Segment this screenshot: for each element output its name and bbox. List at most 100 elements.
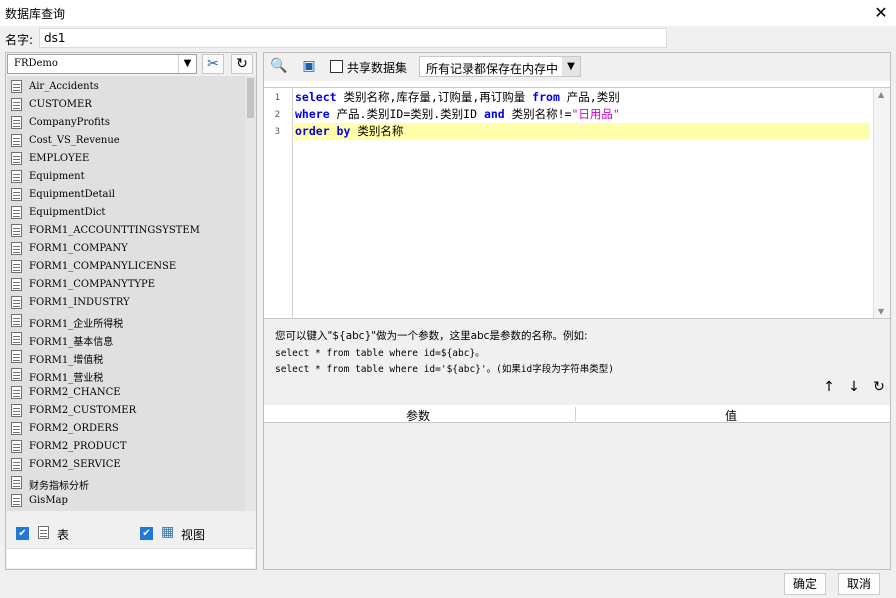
table-name: GisMap bbox=[29, 495, 68, 506]
editor-scrollbar[interactable]: ▲ ▼ bbox=[873, 88, 890, 318]
scroll-up-icon[interactable]: ▲ bbox=[878, 90, 884, 99]
preview-icon[interactable]: 🔍 bbox=[268, 57, 290, 77]
parameter-table-header: 参数 值 bbox=[264, 405, 890, 423]
table-list-item[interactable]: FORM1_增值税 bbox=[7, 348, 245, 366]
table-list-item[interactable]: 财务指标分析 bbox=[7, 474, 245, 492]
table-icon bbox=[11, 332, 22, 345]
memory-mode-select[interactable]: 所有记录都保存在内存中 ▼ bbox=[419, 56, 581, 77]
scroll-thumb[interactable] bbox=[247, 78, 254, 118]
table-list-item[interactable]: FORM2_PRODUCT bbox=[7, 438, 245, 456]
table-name: 财务指标分析 bbox=[29, 481, 89, 492]
table-name: CompanyProfits bbox=[29, 117, 110, 128]
table-list-item[interactable]: EquipmentDict bbox=[7, 204, 245, 222]
param-column-header[interactable]: 参数 bbox=[406, 407, 430, 424]
scroll-down-icon[interactable]: ▼ bbox=[878, 307, 884, 316]
arrow-down-icon[interactable]: ↓ bbox=[846, 379, 862, 395]
table-icon bbox=[11, 278, 22, 291]
share-dataset-checkbox[interactable] bbox=[330, 60, 343, 73]
refresh-params-icon[interactable]: ↻ bbox=[871, 379, 887, 395]
save-icon[interactable]: ▣ bbox=[298, 57, 320, 77]
table-list-item[interactable]: Cost_VS_Revenue bbox=[7, 132, 245, 150]
value-column-header[interactable]: 值 bbox=[725, 407, 737, 424]
cancel-button[interactable]: 取消 bbox=[838, 573, 880, 595]
table-list: Air_Accidents CUSTOMER CompanyProfits Cost_… bbox=[7, 76, 245, 511]
table-list-item[interactable]: CompanyProfits bbox=[7, 114, 245, 132]
table-icon bbox=[11, 188, 22, 201]
database-select[interactable]: FRDemo ▼ bbox=[7, 54, 197, 74]
table-filter-input[interactable] bbox=[7, 548, 255, 568]
refresh-icon[interactable]: ↻ bbox=[231, 54, 253, 74]
table-list-item[interactable]: FORM2_SERVICE bbox=[7, 456, 245, 474]
table-icon bbox=[11, 404, 22, 417]
table-list-item[interactable]: EquipmentDetail bbox=[7, 186, 245, 204]
line-number: 1 bbox=[274, 93, 280, 103]
table-list-item[interactable]: FORM1_INDUSTRY bbox=[7, 294, 245, 312]
chevron-down-icon[interactable]: ▼ bbox=[178, 55, 196, 73]
table-list-item[interactable]: FORM2_CUSTOMER bbox=[7, 402, 245, 420]
show-views-checkbox[interactable]: ✔ bbox=[140, 527, 153, 540]
table-list-item[interactable]: GisMap bbox=[7, 492, 245, 510]
parameter-hint: 您可以键入"${abc}"做为一个参数，这里abc是参数的名称。例如: sele… bbox=[264, 319, 890, 405]
table-list-item[interactable]: Equipment bbox=[7, 168, 245, 186]
table-icon bbox=[11, 260, 22, 273]
table-name: FORM1_企业所得税 bbox=[29, 319, 124, 330]
table-name: FORM1_COMPANY bbox=[29, 243, 128, 254]
table-name: FORM2_ORDERS bbox=[29, 423, 119, 434]
table-name: FORM1_COMPANYLICENSE bbox=[29, 261, 177, 272]
code-line[interactable]: where 产品.类别ID=类别.类别ID and 类别名称!="日用品" bbox=[294, 106, 870, 123]
line-number: 2 bbox=[274, 110, 280, 120]
table-icon bbox=[11, 350, 22, 363]
parameter-table: 参数 值 bbox=[264, 405, 890, 569]
table-name: EMPLOYEE bbox=[29, 153, 90, 164]
table-list-item[interactable]: FORM1_企业所得税 bbox=[7, 312, 245, 330]
ok-button[interactable]: 确定 bbox=[784, 573, 826, 595]
table-icon bbox=[11, 440, 22, 453]
sql-editor[interactable]: 123 select 类别名称,库存量,订购量,再订购量 from 产品,类别 w… bbox=[264, 87, 890, 319]
table-list-item[interactable]: FORM1_ACCOUNTTINGSYSTEM bbox=[7, 222, 245, 240]
chevron-down-icon[interactable]: ▼ bbox=[562, 57, 580, 76]
table-list-item[interactable]: FORM2_ORDERS bbox=[7, 420, 245, 438]
window-title: 数据库查询 bbox=[5, 7, 66, 21]
sql-keyword: from bbox=[532, 90, 560, 104]
memory-mode-value: 所有记录都保存在内存中 bbox=[426, 62, 559, 76]
table-icon bbox=[11, 116, 22, 129]
table-icon bbox=[11, 98, 22, 111]
sql-text: 类别名称,库存量,订购量,再订购量 bbox=[336, 90, 533, 104]
column-divider bbox=[575, 407, 576, 421]
table-list-item[interactable]: Air_Accidents bbox=[7, 78, 245, 96]
sql-string: "日用品" bbox=[571, 107, 620, 121]
table-name: FORM1_基本信息 bbox=[29, 337, 114, 348]
table-list-item[interactable]: FORM2_CHANCE bbox=[7, 384, 245, 402]
arrow-up-icon[interactable]: ↑ bbox=[821, 379, 837, 395]
table-list-item[interactable]: FORM1_营业税 bbox=[7, 366, 245, 384]
close-icon[interactable]: ✕ bbox=[870, 2, 892, 24]
table-name: FORM1_COMPANYTYPE bbox=[29, 279, 156, 290]
connection-tools-icon[interactable]: ✂ bbox=[202, 54, 224, 74]
hint-line-2: select * from table where id=${abc}。 bbox=[275, 348, 485, 359]
share-dataset-label: 共享数据集 bbox=[347, 61, 408, 75]
table-list-item[interactable]: FORM1_基本信息 bbox=[7, 330, 245, 348]
title-bar: 数据库查询 ✕ bbox=[0, 0, 896, 26]
query-pane: 🔍 ▣ 共享数据集 所有记录都保存在内存中 ▼ 1 2 3 select 类别名称,… bbox=[263, 52, 891, 570]
table-name: FORM1_INDUSTRY bbox=[29, 297, 130, 308]
code-line[interactable]: order by 类别名称 bbox=[294, 123, 870, 140]
table-icon bbox=[38, 526, 49, 539]
table-list-item[interactable]: EMPLOYEE bbox=[7, 150, 245, 168]
show-tables-checkbox[interactable]: ✔ bbox=[16, 527, 29, 540]
sql-keyword: and bbox=[483, 107, 505, 121]
sql-keyword: order by bbox=[295, 124, 351, 138]
line-number-gutter: 1 2 3 bbox=[264, 88, 293, 318]
table-icon bbox=[11, 296, 22, 309]
table-icon bbox=[11, 242, 22, 255]
table-icon bbox=[11, 224, 22, 237]
query-toolbar: 🔍 ▣ 共享数据集 所有记录都保存在内存中 ▼ bbox=[264, 53, 890, 81]
table-list-item[interactable]: CUSTOMER bbox=[7, 96, 245, 114]
name-input[interactable]: ds1 bbox=[39, 28, 667, 48]
table-icon bbox=[11, 476, 22, 489]
table-list-item[interactable]: FORM1_COMPANY bbox=[7, 240, 245, 258]
table-list-item[interactable]: FORM1_COMPANYTYPE bbox=[7, 276, 245, 294]
table-list-scrollbar[interactable] bbox=[245, 76, 256, 511]
table-list-item[interactable]: FORM1_COMPANYLICENSE bbox=[7, 258, 245, 276]
code-line[interactable]: select 类别名称,库存量,订购量,再订购量 from 产品,类别 bbox=[294, 89, 870, 106]
view-icon: ▦ bbox=[161, 524, 175, 540]
